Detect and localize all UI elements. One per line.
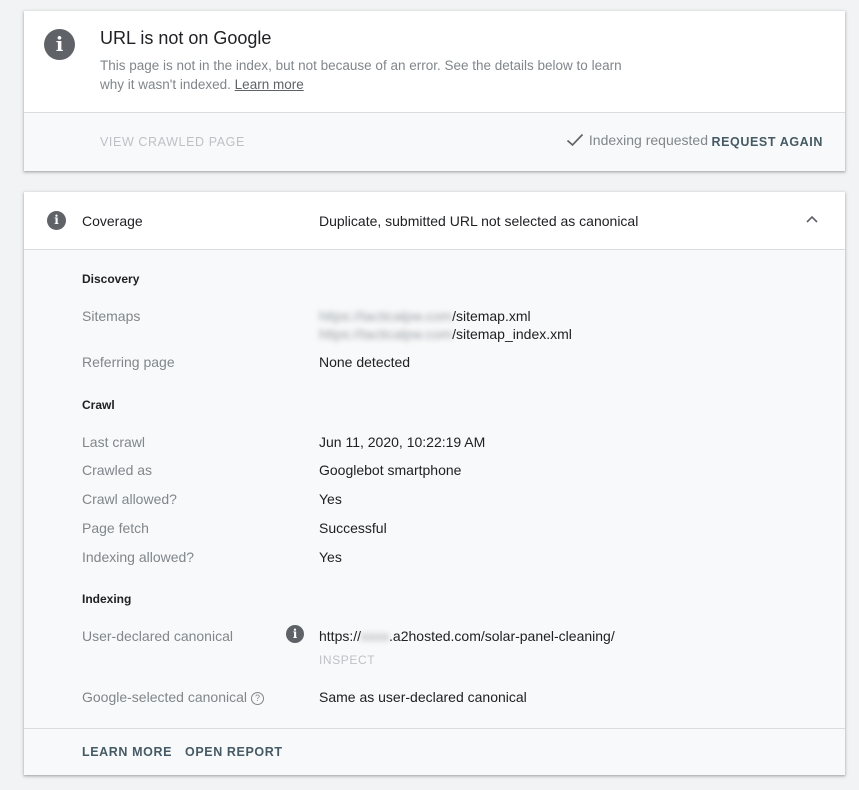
open-report-button[interactable]: OPEN REPORT: [185, 745, 283, 759]
indexing-allowed-label: Indexing allowed?: [82, 549, 195, 565]
status-description: This page is not in the index, but not b…: [100, 56, 640, 94]
coverage-details: Discovery Sitemaps https://tacticalpw.co…: [24, 250, 845, 728]
inspect-button[interactable]: INSPECT: [319, 653, 375, 667]
crawled-as-value: Googlebot smartphone: [319, 462, 462, 478]
learn-more-button[interactable]: LEARN MORE: [82, 745, 172, 759]
coverage-card: i Coverage Duplicate, submitted URL not …: [24, 192, 845, 775]
indexing-heading: Indexing: [82, 592, 132, 606]
url-prefix: https://: [319, 628, 362, 644]
referring-page-label: Referring page: [82, 354, 175, 370]
status-title: URL is not on Google: [100, 28, 272, 48]
indexing-allowed-value: Yes: [319, 549, 342, 565]
info-icon[interactable]: i: [286, 625, 304, 643]
coverage-header[interactable]: i Coverage Duplicate, submitted URL not …: [24, 192, 845, 250]
discovery-heading: Discovery: [82, 272, 140, 286]
last-crawl-label: Last crawl: [82, 434, 146, 450]
blurred-host: https://tacticalpw.com: [319, 326, 453, 342]
view-crawled-page-button[interactable]: VIEW CRAWLED PAGE: [100, 135, 245, 149]
coverage-footer: LEARN MORE OPEN REPORT: [24, 728, 845, 775]
info-icon: i: [47, 211, 66, 230]
blurred-subdomain: xxxx: [361, 628, 390, 644]
request-again-button[interactable]: REQUEST AGAIN: [711, 135, 823, 149]
checkmark-icon: [566, 133, 584, 147]
google-canonical-label-text: Google-selected canonical: [82, 689, 247, 705]
indexing-requested-status: Indexing requested: [566, 132, 708, 148]
crawl-heading: Crawl: [82, 398, 115, 412]
blurred-host: https://tacticalpw.com: [319, 308, 453, 324]
referring-page-value: None detected: [319, 354, 411, 370]
page-fetch-label: Page fetch: [82, 520, 149, 536]
last-crawl-value: Jun 11, 2020, 10:22:19 AM: [319, 434, 486, 450]
chevron-up-icon[interactable]: [805, 214, 819, 224]
url-rest: .a2hosted.com/solar-panel-cleaning/: [389, 628, 615, 644]
crawl-allowed-label: Crawl allowed?: [82, 491, 177, 507]
sitemap-path: /sitemap.xml: [452, 308, 531, 324]
status-description-text: This page is not in the index, but not b…: [100, 58, 622, 92]
google-canonical-value: Same as user-declared canonical: [319, 689, 527, 705]
sitemap-url-2: https://tacticalpw.com/sitemap_index.xml: [319, 325, 572, 343]
user-canonical-label: User-declared canonical: [82, 628, 233, 644]
learn-more-link[interactable]: Learn more: [235, 77, 304, 92]
coverage-status: Duplicate, submitted URL not selected as…: [319, 213, 639, 229]
crawl-allowed-value: Yes: [319, 491, 342, 507]
user-canonical-url: https://xxxx.a2hosted.com/solar-panel-cl…: [319, 627, 615, 645]
page-fetch-value: Successful: [319, 520, 387, 536]
indexing-requested-label: Indexing requested: [588, 132, 708, 148]
info-icon: i: [44, 29, 75, 60]
help-icon[interactable]: ?: [251, 692, 264, 705]
sitemap-path: /sitemap_index.xml: [452, 326, 572, 342]
google-canonical-label: Google-selected canonical?: [82, 689, 264, 705]
sitemap-url-1: https://tacticalpw.com/sitemap.xml: [319, 307, 531, 325]
coverage-label: Coverage: [82, 213, 143, 229]
status-actions: VIEW CRAWLED PAGE Indexing requested REQ…: [24, 113, 845, 171]
crawled-as-label: Crawled as: [82, 462, 153, 478]
sitemaps-label: Sitemaps: [82, 308, 141, 324]
status-card: i URL is not on Google This page is not …: [24, 11, 845, 171]
